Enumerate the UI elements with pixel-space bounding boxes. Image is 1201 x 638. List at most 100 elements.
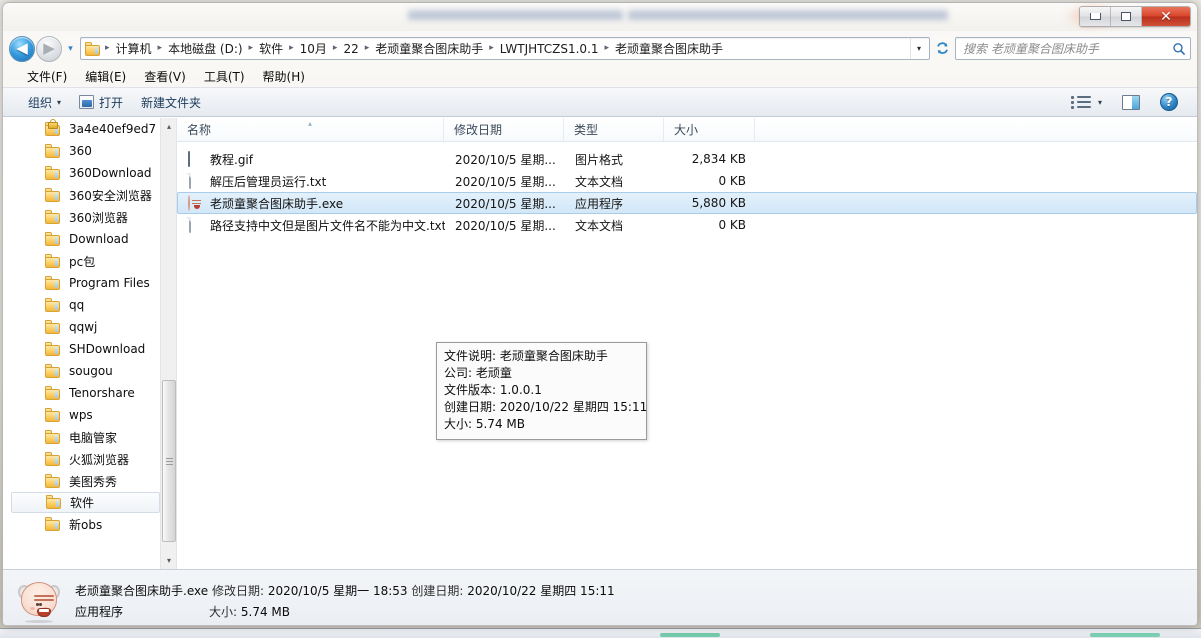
folder-icon bbox=[45, 516, 63, 532]
column-label-size: 大小 bbox=[674, 123, 699, 137]
tree-item-label: 360浏览器 bbox=[69, 210, 128, 225]
tree-item-3[interactable]: 360安全浏览器 bbox=[3, 184, 160, 206]
menu-help[interactable]: 帮助(H) bbox=[255, 66, 313, 87]
tree-item-2[interactable]: 360Download bbox=[3, 162, 160, 184]
scroll-up-button[interactable]: ▴ bbox=[161, 118, 176, 135]
column-header-size[interactable]: 大小 bbox=[664, 118, 755, 141]
organize-button[interactable]: 组织 ▾ bbox=[19, 91, 70, 114]
desktop-background: ✕ ◀ ▶ ▾ ▸ 计算机 ▸ 本地磁盘 (D:) ▸ 软件 ▸ 10月 ▸ 2… bbox=[0, 0, 1201, 638]
address-bar[interactable]: ▸ 计算机 ▸ 本地磁盘 (D:) ▸ 软件 ▸ 10月 ▸ 22 ▸ 老顽童聚… bbox=[80, 37, 930, 60]
file-type-cell: 文本文档 bbox=[575, 218, 624, 233]
tree-item-8[interactable]: qq bbox=[3, 294, 160, 316]
column-header-name[interactable]: ▴ 名称 bbox=[177, 118, 444, 141]
tree-item-label: 火狐浏览器 bbox=[69, 452, 130, 467]
lock-icon bbox=[48, 118, 58, 129]
table-row[interactable]: 路径支持中文但是图片文件名不能为中文.txt 2020/10/5 星期... 文本文… bbox=[177, 214, 1197, 236]
refresh-icon bbox=[936, 42, 948, 54]
tree-item-9[interactable]: qqwj bbox=[3, 316, 160, 338]
breadcrumb-separator: ▸ bbox=[332, 42, 338, 53]
breadcrumb-item-5[interactable]: 老顽童聚合图床助手 bbox=[371, 38, 487, 59]
navigation-pane-scrollbar[interactable]: ▴ ▾ bbox=[160, 118, 176, 569]
title-bar[interactable]: ✕ bbox=[3, 3, 1197, 31]
breadcrumb-item-1[interactable]: 本地磁盘 (D:) bbox=[164, 38, 246, 59]
column-header-spare[interactable] bbox=[755, 118, 1197, 141]
menu-tools[interactable]: 工具(T) bbox=[196, 66, 253, 87]
tree-item-10[interactable]: SHDownload bbox=[3, 338, 160, 360]
breadcrumb-item-7[interactable]: 老顽童聚合图床助手 bbox=[611, 38, 727, 59]
folder-icon bbox=[45, 385, 63, 401]
file-name-label: 老顽童聚合图床助手.exe bbox=[210, 196, 344, 211]
folder-icon bbox=[45, 253, 63, 269]
file-list-pane[interactable]: ▴ 名称 修改日期 类型 大小 教程.gif 2020/10/5 星期... 图片格… bbox=[177, 118, 1197, 569]
tree-item-5[interactable]: Download bbox=[3, 228, 160, 250]
menu-view[interactable]: 查看(V) bbox=[136, 66, 194, 87]
breadcrumb-item-2[interactable]: 软件 bbox=[255, 38, 287, 59]
new-folder-button[interactable]: 新建文件夹 bbox=[132, 91, 210, 114]
tree-item-13[interactable]: wps bbox=[3, 404, 160, 426]
folder-icon bbox=[45, 319, 63, 335]
tree-item-11[interactable]: sougou bbox=[3, 360, 160, 382]
scrollbar-thumb[interactable] bbox=[162, 380, 176, 542]
tree-item-label: 软件 bbox=[70, 496, 95, 510]
breadcrumb-item-3[interactable]: 10月 bbox=[296, 38, 331, 59]
tree-item-1[interactable]: 360 bbox=[3, 140, 160, 162]
preview-pane-icon bbox=[1122, 94, 1140, 110]
tree-item-7[interactable]: Program Files bbox=[3, 272, 160, 294]
table-row[interactable]: 老顽童聚合图床助手.exe 2020/10/5 星期... 应用程序 5,880 KB bbox=[177, 192, 1197, 214]
tree-item-12[interactable]: Tenorshare bbox=[3, 382, 160, 404]
command-toolbar: 组织 ▾ 打开 新建文件夹 ▾ ? bbox=[3, 87, 1197, 117]
search-icon bbox=[1173, 42, 1186, 55]
explorer-window: ✕ ◀ ▶ ▾ ▸ 计算机 ▸ 本地磁盘 (D:) ▸ 软件 ▸ 10月 ▸ 2… bbox=[2, 2, 1198, 626]
open-button[interactable]: 打开 bbox=[70, 91, 132, 114]
tree-item-18[interactable]: 新obs bbox=[3, 513, 160, 535]
breadcrumb-item-4[interactable]: 22 bbox=[339, 40, 362, 58]
tree-item-14[interactable]: 电脑管家 bbox=[3, 426, 160, 448]
tree-item-label: qqwj bbox=[69, 320, 98, 334]
navigation-pane[interactable]: 3a4e40ef9ed7 360 360Download 360安全浏览器 360浏览器… bbox=[3, 118, 177, 569]
tooltip-line-created: 创建日期: 2020/10/22 星期四 15:11 bbox=[444, 400, 648, 414]
caret-down-icon: ▾ bbox=[166, 556, 171, 565]
maximize-button[interactable] bbox=[1111, 7, 1142, 26]
close-button[interactable]: ✕ bbox=[1142, 7, 1190, 26]
table-row[interactable]: 解压后管理员运行.txt 2020/10/5 星期... 文本文档 0 KB bbox=[177, 170, 1197, 192]
menu-file[interactable]: 文件(F) bbox=[19, 66, 75, 87]
table-row[interactable]: 教程.gif 2020/10/5 星期... 图片格式 2,834 KB bbox=[177, 148, 1197, 170]
change-view-button[interactable]: ▾ bbox=[1062, 91, 1111, 113]
tree-item-label: 3a4e40ef9ed7 bbox=[69, 122, 157, 136]
forward-button[interactable]: ▶ bbox=[36, 35, 62, 62]
organize-label: 组织 bbox=[28, 95, 53, 110]
locked-folder-icon bbox=[45, 118, 63, 137]
help-button[interactable]: ? bbox=[1151, 90, 1187, 114]
tree-item-label: sougou bbox=[69, 364, 113, 378]
file-name-label: 解压后管理员运行.txt bbox=[210, 174, 327, 189]
taskbar[interactable] bbox=[0, 628, 1201, 638]
details-filename: 老顽童聚合图床助手.exe bbox=[75, 583, 209, 598]
breadcrumb-item-6[interactable]: LWTJHTCZS1.0.1 bbox=[496, 40, 603, 58]
tree-item-16[interactable]: 美图秀秀 bbox=[3, 470, 160, 492]
tree-item-17[interactable]: 软件 bbox=[11, 492, 160, 513]
minimize-button[interactable] bbox=[1080, 7, 1111, 26]
menu-edit[interactable]: 编辑(E) bbox=[77, 66, 134, 87]
folder-icon bbox=[45, 341, 63, 357]
column-header-type[interactable]: 类型 bbox=[564, 118, 664, 141]
back-button[interactable]: ◀ bbox=[9, 35, 35, 62]
recent-locations-button[interactable]: ▾ bbox=[64, 37, 77, 61]
refresh-button[interactable] bbox=[931, 37, 953, 60]
file-type-cell: 图片格式 bbox=[575, 152, 624, 167]
search-box[interactable]: 搜索 老顽童聚合图床助手 bbox=[955, 37, 1191, 60]
tree-item-4[interactable]: 360浏览器 bbox=[3, 206, 160, 228]
file-date-cell: 2020/10/5 星期... bbox=[455, 174, 556, 189]
breadcrumb-item-0[interactable]: 计算机 bbox=[112, 38, 156, 59]
tree-item-6[interactable]: pc包 bbox=[3, 250, 160, 272]
forward-arrow-icon: ▶ bbox=[43, 39, 55, 57]
search-input[interactable]: 搜索 老顽童聚合图床助手 bbox=[963, 40, 1172, 57]
explorer-body: 3a4e40ef9ed7 360 360Download 360安全浏览器 360浏览器… bbox=[3, 117, 1197, 569]
minimize-icon bbox=[1089, 13, 1101, 20]
address-dropdown-button[interactable]: ▾ bbox=[910, 38, 927, 59]
show-preview-pane-button[interactable] bbox=[1113, 92, 1149, 113]
tree-item-0[interactable]: 3a4e40ef9ed7 bbox=[3, 118, 160, 140]
column-header-date[interactable]: 修改日期 bbox=[444, 118, 564, 141]
folder-icon bbox=[45, 429, 63, 445]
tree-item-15[interactable]: 火狐浏览器 bbox=[3, 448, 160, 470]
scroll-down-button[interactable]: ▾ bbox=[161, 552, 176, 569]
